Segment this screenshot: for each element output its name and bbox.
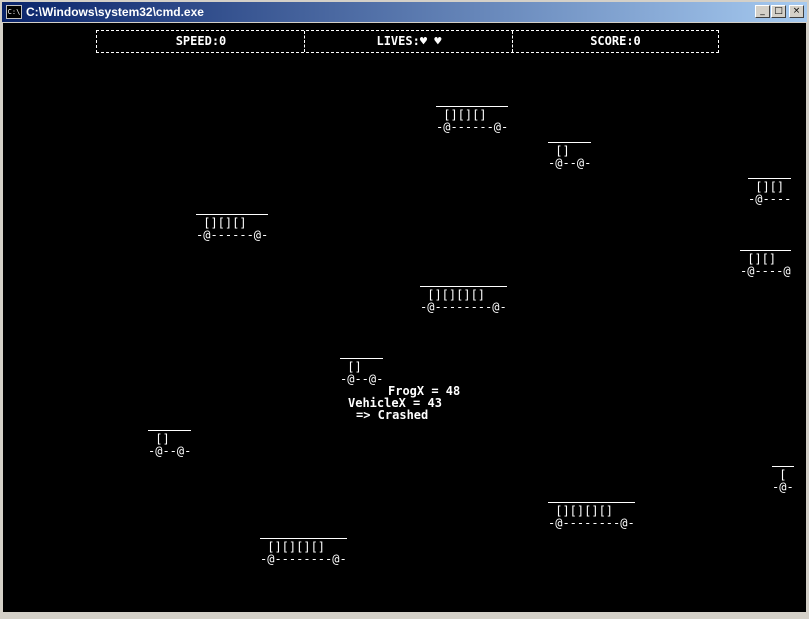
close-button[interactable]: × xyxy=(789,5,804,18)
vehicle-roof: [][][] xyxy=(196,214,269,229)
vehicle-wheels: -@--------@- xyxy=(420,300,507,314)
score-display: SCORE:0 xyxy=(590,34,641,48)
vehicle-wheels: -@---- xyxy=(748,192,792,206)
cmd-icon[interactable]: C:\ xyxy=(6,5,22,19)
console-window: C:\ C:\Windows\system32\cmd.exe _ □ × SP… xyxy=(0,0,809,619)
vehicle: [] -@--@- xyxy=(148,430,192,458)
console-area[interactable]: SPEED:0 LIVES:♥ ♥ SCORE:0 [][][] -@-----… xyxy=(3,23,806,612)
vehicle: [][][][] -@--------@- xyxy=(420,286,507,313)
vehicle: [][][] -@------@- xyxy=(196,214,269,242)
vehicle-wheels: -@--@- xyxy=(340,372,384,386)
vehicle: [][] -@----@ xyxy=(740,250,791,277)
hud-bar: SPEED:0 LIVES:♥ ♥ SCORE:0 xyxy=(96,30,719,53)
vehicle-wheels: -@----@ xyxy=(740,264,791,278)
title-bar[interactable]: C:\ C:\Windows\system32\cmd.exe _ □ × xyxy=(2,2,807,22)
vehicle: [][][][] -@--------@- xyxy=(548,502,635,529)
vehicle: [][][][] -@--------@- xyxy=(260,538,347,565)
vehicle-roof: [][] xyxy=(740,250,791,265)
vehicle-roof: [][][][] xyxy=(260,538,347,553)
speed-display: SPEED:0 xyxy=(175,34,227,48)
vehicle-wheels: -@------@- xyxy=(196,228,269,242)
minimize-button[interactable]: _ xyxy=(755,5,770,18)
lives-display: LIVES:♥ ♥ xyxy=(376,34,442,48)
vehicle-wheels: -@------@- xyxy=(436,120,509,134)
vehicle-wheels: -@--@- xyxy=(548,156,592,170)
vehicle-roof: [][] xyxy=(748,178,792,193)
vehicle: [][][] -@------@- xyxy=(436,106,509,134)
vehicle-roof: [] xyxy=(548,142,592,157)
vehicle-roof: [] xyxy=(148,430,192,445)
vehicle-wheels: -@--------@- xyxy=(548,516,635,530)
vehicle-roof: [][][] xyxy=(436,106,509,121)
crash-status-text: => Crashed xyxy=(356,408,429,422)
vehicle: [] -@--@- xyxy=(340,358,384,386)
vehicle-wheels: -@- xyxy=(772,480,794,494)
vehicle-roof: [][][][] xyxy=(420,286,507,301)
vehicle: [][] -@---- xyxy=(748,178,792,206)
vehicle-wheels: -@--@- xyxy=(148,444,192,458)
vehicle: [ -@- xyxy=(772,466,794,493)
vehicle-roof: [][][][] xyxy=(548,502,635,517)
window-title: C:\Windows\system32\cmd.exe xyxy=(26,5,204,19)
vehicle-roof: [ xyxy=(772,466,794,481)
vehicle-roof: [] xyxy=(340,358,384,373)
vehicle: [] -@--@- xyxy=(548,142,592,170)
window-bottom-border xyxy=(3,612,806,617)
vehicle-wheels: -@--------@- xyxy=(260,552,347,566)
maximize-button[interactable]: □ xyxy=(771,5,786,18)
